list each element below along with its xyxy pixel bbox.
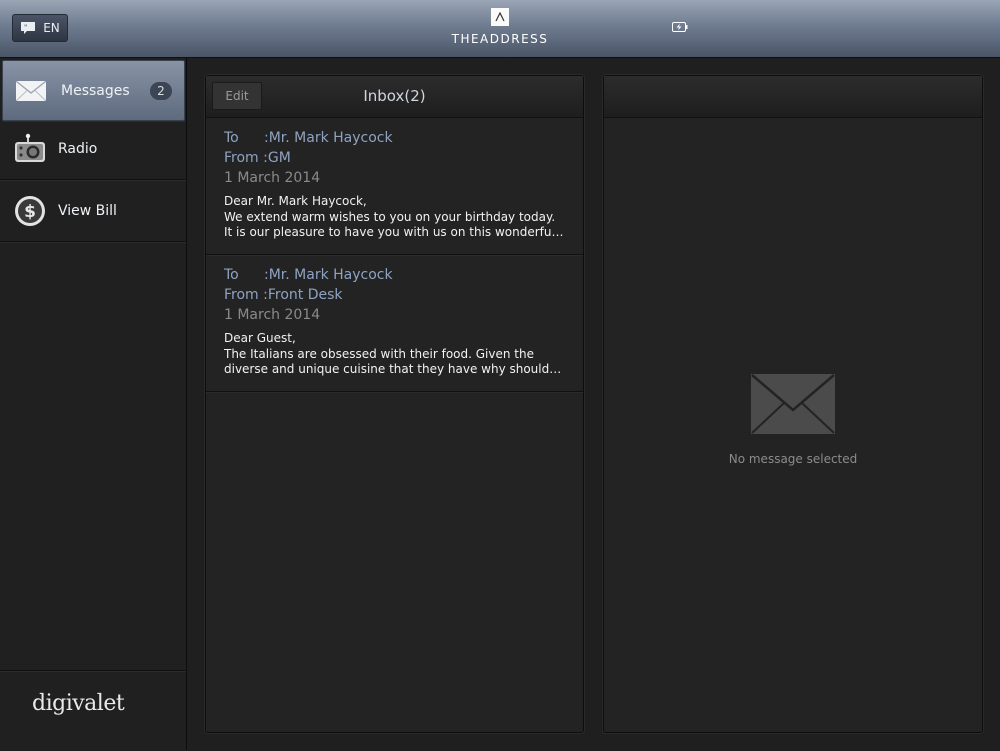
sidebar-item-radio[interactable]: Radio — [0, 119, 186, 180]
logo-mark — [491, 8, 509, 26]
message-date: 1 March 2014 — [224, 170, 321, 186]
sidebar-item-view-bill[interactable]: $ View Bill — [0, 181, 186, 242]
logo-glyph-icon — [495, 12, 505, 22]
sidebar-item-messages[interactable]: Messages 2 — [2, 60, 185, 121]
to-label: To — [224, 267, 239, 283]
sidebar-item-label: Messages — [61, 82, 130, 99]
message-date: 1 March 2014 — [224, 307, 321, 323]
envelope-icon — [751, 374, 835, 434]
to-label: To — [224, 130, 239, 146]
message-preview-line: It is our pleasure to have you with us o… — [224, 225, 564, 239]
message-preview-line: The Italians are obsessed with their foo… — [224, 346, 534, 361]
envelope-icon — [16, 80, 46, 101]
to-value: :Mr. Mark Haycock — [264, 130, 393, 146]
hotel-logo: THEADDRESS — [430, 8, 570, 46]
sidebar: Messages 2 Radio $ View Bill digivalet — [0, 58, 187, 750]
from-label: From — [224, 150, 259, 166]
unread-count-badge: 2 — [150, 82, 172, 100]
inbox-title: Inbox(2) — [363, 87, 426, 105]
message-from: From :Front Desk — [224, 285, 565, 305]
from-label: From — [224, 287, 259, 303]
message-to: To :Mr. Mark Haycock — [224, 128, 565, 148]
message-list-item[interactable]: To :Mr. Mark Haycock From :Front Desk 1 M… — [206, 255, 583, 392]
message-detail-panel: No message selected — [603, 75, 983, 733]
message-preview-line: diverse and unique cuisine that they hav… — [224, 362, 562, 376]
from-value: :Front Desk — [263, 287, 343, 303]
sidebar-item-label: View Bill — [58, 203, 117, 219]
brand-name: THEADDRESS — [451, 32, 549, 46]
battery-icon — [672, 22, 688, 32]
detail-header — [604, 76, 982, 118]
message-preview-line: Dear Guest, — [224, 331, 296, 345]
brand-logo-text: digivalet — [32, 691, 125, 716]
inbox-panel: Edit Inbox(2) To :Mr. Mark Haycock From :… — [205, 75, 584, 733]
message-list-item[interactable]: To :Mr. Mark Haycock From :GM 1 March 201… — [206, 118, 583, 255]
message-to: To :Mr. Mark Haycock — [224, 265, 565, 285]
message-preview-line: We extend warm wishes to you on your bir… — [224, 209, 556, 224]
language-button[interactable]: " EN — [12, 14, 68, 42]
top-bar: " EN THEADDRESS — [0, 0, 1000, 58]
sidebar-item-label: Radio — [58, 141, 98, 157]
language-label: EN — [43, 21, 60, 35]
inbox-header: Edit Inbox(2) — [206, 76, 583, 118]
svg-text:$: $ — [24, 202, 36, 222]
speech-bubble-icon: " — [21, 22, 36, 34]
empty-state-text: No message selected — [728, 452, 858, 466]
to-value: :Mr. Mark Haycock — [264, 267, 393, 283]
svg-text:": " — [24, 24, 27, 32]
digivalet-brand: digivalet — [0, 670, 186, 751]
radio-icon — [15, 133, 45, 162]
dollar-coin-icon: $ — [15, 196, 45, 226]
message-preview-line: Dear Mr. Mark Haycock, — [224, 194, 367, 208]
from-value: :GM — [263, 150, 291, 166]
message-from: From :GM — [224, 148, 565, 168]
